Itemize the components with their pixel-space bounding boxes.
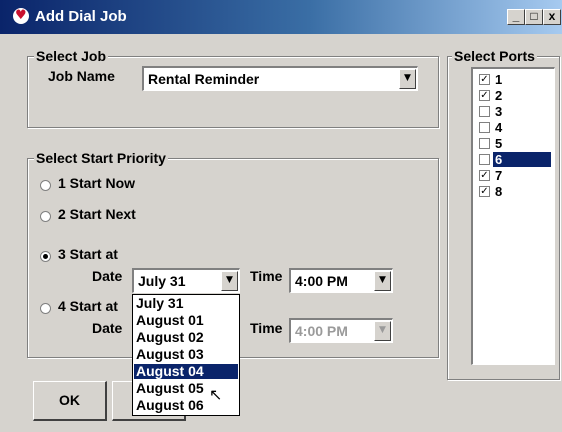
time-value-3: 4:00 PM: [295, 273, 348, 289]
job-name-label: Job Name: [48, 68, 115, 84]
port-item[interactable]: 4: [477, 120, 553, 135]
date-option[interactable]: August 02: [134, 330, 238, 345]
port-label: 4: [495, 120, 503, 135]
window-title: Add Dial Job: [35, 8, 127, 25]
job-name-value: Rental Reminder: [148, 71, 260, 87]
checkbox-unchecked-icon[interactable]: [479, 122, 490, 133]
port-item[interactable]: 6: [477, 152, 553, 167]
port-label: 3: [495, 104, 503, 119]
time-dropdown-arrow-icon[interactable]: ▼: [374, 271, 391, 291]
date-combo-3[interactable]: July 31 ▼: [132, 268, 240, 293]
date-label-4: Date: [92, 320, 123, 336]
radio-start-at-4[interactable]: [40, 303, 51, 314]
port-item[interactable]: 5: [477, 136, 553, 151]
port-item[interactable]: ✓ 8: [477, 184, 553, 199]
time-combo-3[interactable]: 4:00 PM ▼: [289, 268, 393, 293]
close-button[interactable]: x: [543, 9, 561, 25]
select-ports-title: Select Ports: [452, 48, 537, 64]
radio-start-now-label: 1 Start Now: [58, 175, 136, 191]
date-option[interactable]: August 03: [134, 347, 238, 362]
time-label-3: Time: [250, 268, 283, 284]
checkbox-unchecked-icon[interactable]: [479, 154, 490, 165]
minimize-button[interactable]: _: [507, 9, 525, 25]
date-dropdown-arrow-icon[interactable]: ▼: [221, 271, 238, 291]
radio-start-at-3-label: 3 Start at: [58, 246, 118, 262]
time-value-4: 4:00 PM: [295, 323, 348, 339]
port-label: 6: [493, 152, 551, 167]
date-dropdown-list[interactable]: July 31 August 01 August 02 August 03 August…: [132, 294, 240, 416]
time-label-4: Time: [250, 320, 283, 336]
title-bar[interactable]: ♥ Add Dial Job _ □ x: [0, 0, 562, 34]
ok-button[interactable]: OK: [33, 381, 107, 421]
port-label: 8: [495, 184, 503, 199]
port-label: 2: [495, 88, 503, 103]
time-combo-4: 4:00 PM ▼: [289, 318, 393, 343]
maximize-button[interactable]: □: [525, 9, 543, 25]
date-value-3: July 31: [138, 273, 186, 289]
checkbox-checked-icon[interactable]: ✓: [479, 170, 490, 181]
port-item[interactable]: ✓ 7: [477, 168, 553, 183]
start-priority-title: Select Start Priority: [34, 150, 168, 166]
port-label: 7: [495, 168, 503, 183]
port-label: 5: [495, 136, 503, 151]
date-option[interactable]: July 31: [134, 296, 238, 311]
port-item[interactable]: 3: [477, 104, 553, 119]
port-label: 1: [495, 72, 503, 87]
checkbox-unchecked-icon[interactable]: [479, 138, 490, 149]
checkbox-checked-icon[interactable]: ✓: [479, 186, 490, 197]
job-name-combo[interactable]: Rental Reminder ▼: [142, 66, 418, 91]
date-option[interactable]: August 01: [134, 313, 238, 328]
port-item[interactable]: ✓ 1: [477, 72, 553, 87]
add-dial-job-window: ♥ Add Dial Job _ □ x Select Job Job Name…: [0, 0, 562, 432]
time-dropdown-arrow-disabled-icon: ▼: [374, 321, 391, 341]
mouse-cursor-icon: ↖: [209, 385, 223, 404]
date-option[interactable]: August 04: [134, 364, 238, 379]
select-job-title: Select Job: [34, 48, 109, 64]
checkbox-checked-icon[interactable]: ✓: [479, 90, 490, 101]
checkbox-checked-icon[interactable]: ✓: [479, 74, 490, 85]
job-name-dropdown-arrow-icon[interactable]: ▼: [399, 69, 416, 89]
app-heart-icon: ♥: [13, 8, 29, 24]
ports-list[interactable]: ✓ 1 ✓ 2 3 4 5 6 ✓ 7 ✓ 8: [471, 67, 555, 365]
checkbox-unchecked-icon[interactable]: [479, 106, 490, 117]
radio-start-now[interactable]: [40, 180, 51, 191]
radio-start-at-3[interactable]: [40, 251, 51, 262]
radio-start-next[interactable]: [40, 211, 51, 222]
radio-start-next-label: 2 Start Next: [58, 206, 136, 222]
port-item[interactable]: ✓ 2: [477, 88, 553, 103]
radio-start-at-4-label: 4 Start at: [58, 298, 118, 314]
date-label-3: Date: [92, 268, 123, 284]
